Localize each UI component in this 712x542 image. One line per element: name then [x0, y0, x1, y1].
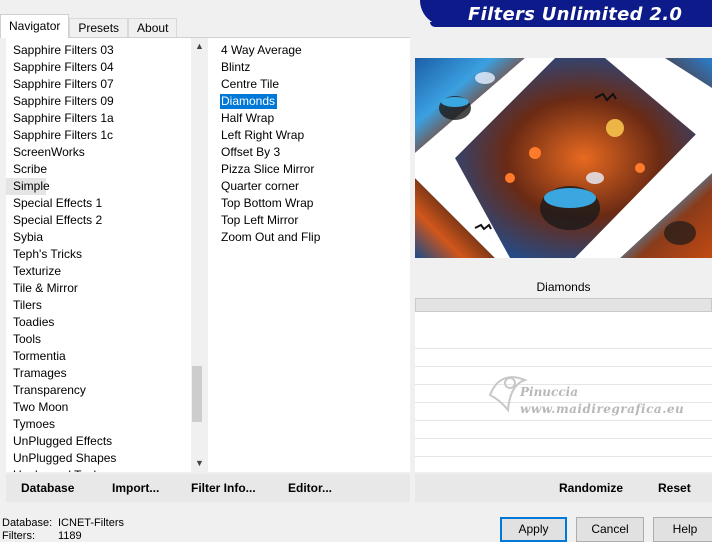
- import-button[interactable]: Import...: [112, 481, 159, 495]
- randomize-button[interactable]: Randomize: [559, 481, 623, 495]
- filter-item-label: Left Right Wrap: [221, 128, 305, 142]
- category-items: Sapphire Filters 03 Sapphire Filters 04 Sa…: [6, 42, 186, 472]
- category-item[interactable]: Sapphire Filters 09: [6, 93, 186, 110]
- category-item[interactable]: Tormentia: [6, 348, 186, 365]
- category-list[interactable]: Sapphire Filters 03 Sapphire Filters 04 Sa…: [6, 38, 202, 472]
- filter-item[interactable]: Pizza Slice Mirror: [208, 161, 322, 178]
- param-divider: [415, 456, 712, 457]
- database-label: Database:: [2, 517, 53, 529]
- filter-item-label: Half Wrap: [221, 111, 275, 125]
- filter-item[interactable]: Centre Tile: [208, 76, 322, 93]
- help-button[interactable]: Help: [653, 517, 712, 542]
- tab-bar: Navigator Presets About: [0, 14, 178, 38]
- category-item[interactable]: Transparency: [6, 382, 186, 399]
- filters-label: Filters:: [2, 530, 35, 542]
- filter-info-button[interactable]: Filter Info...: [191, 481, 256, 495]
- category-item[interactable]: Teph's Tricks: [6, 246, 186, 263]
- category-item[interactable]: Sybia: [6, 229, 186, 246]
- scroll-thumb[interactable]: [192, 366, 202, 422]
- filter-item[interactable]: Half Wrap: [208, 110, 322, 127]
- filter-item-label: Blintz: [221, 60, 251, 74]
- filter-item-label: Top Bottom Wrap: [221, 196, 314, 210]
- editor-button[interactable]: Editor...: [288, 481, 332, 495]
- filters-count: 1189: [58, 530, 82, 542]
- filter-item-label: Quarter corner: [221, 179, 300, 193]
- filter-name-label: Diamonds: [415, 276, 712, 298]
- filter-item[interactable]: Top Left Mirror: [208, 212, 322, 229]
- category-item[interactable]: Scribe: [6, 161, 186, 178]
- filter-item-label: Top Left Mirror: [221, 213, 299, 227]
- filter-item[interactable]: Blintz: [208, 59, 322, 76]
- category-item[interactable]: Sapphire Filters 07: [6, 76, 186, 93]
- filter-item[interactable]: 4 Way Average: [208, 42, 322, 59]
- category-item[interactable]: Tymoes: [6, 416, 186, 433]
- filter-item-label: Pizza Slice Mirror: [221, 162, 315, 176]
- category-item[interactable]: Tilers: [6, 297, 186, 314]
- filter-item[interactable]: Zoom Out and Flip: [208, 229, 322, 246]
- category-item[interactable]: Sapphire Filters 04: [6, 59, 186, 76]
- apply-button[interactable]: Apply: [500, 517, 567, 542]
- cancel-button[interactable]: Cancel: [576, 517, 644, 542]
- database-button[interactable]: Database: [21, 481, 74, 495]
- category-item[interactable]: Sapphire Filters 1a: [6, 110, 186, 127]
- category-item[interactable]: Special Effects 2: [6, 212, 186, 229]
- database-value: ICNET-Filters: [58, 517, 124, 529]
- filter-item[interactable]: Diamonds: [208, 93, 322, 110]
- category-item[interactable]: Tools: [6, 331, 186, 348]
- category-scrollbar[interactable]: ▲ ▼: [191, 38, 202, 472]
- category-item[interactable]: Toadies: [6, 314, 186, 331]
- filter-item[interactable]: Offset By 3: [208, 144, 322, 161]
- category-item[interactable]: ScreenWorks: [6, 144, 186, 161]
- preview-image: [415, 58, 712, 258]
- category-item[interactable]: Two Moon: [6, 399, 186, 416]
- scroll-down-icon[interactable]: ▼: [191, 455, 202, 472]
- category-item[interactable]: Tramages: [6, 365, 186, 382]
- category-item[interactable]: Sapphire Filters 03: [6, 42, 186, 59]
- category-item[interactable]: Special Effects 1: [6, 195, 186, 212]
- tab-presets[interactable]: Presets: [69, 18, 129, 38]
- category-item[interactable]: UnPlugged Shapes: [6, 450, 186, 467]
- filter-item[interactable]: Left Right Wrap: [208, 127, 322, 144]
- scroll-up-icon[interactable]: ▲: [191, 38, 202, 55]
- filter-item-label: Zoom Out and Flip: [221, 230, 321, 244]
- filter-items: 4 Way Average Blintz Centre Tile Diamonds Ha…: [208, 42, 322, 246]
- category-item[interactable]: Texturize: [6, 263, 186, 280]
- category-item[interactable]: Sapphire Filters 1c: [6, 127, 186, 144]
- category-item[interactable]: UnPlugged Effects: [6, 433, 186, 450]
- category-item[interactable]: Simple: [6, 178, 50, 195]
- filter-item-label: Centre Tile: [221, 77, 280, 91]
- watermark: Pinuccia www.maidiregrafica.eu: [480, 365, 710, 425]
- param-divider: [415, 348, 712, 349]
- category-item[interactable]: Tile & Mirror: [6, 280, 186, 297]
- category-item[interactable]: Unplugged Tools: [6, 467, 186, 472]
- watermark-site: www.maidiregrafica.eu: [520, 402, 685, 416]
- filter-item[interactable]: Top Bottom Wrap: [208, 195, 322, 212]
- filter-item-label: 4 Way Average: [221, 43, 302, 57]
- status-info: Database: ICNET-Filters Filters: 1189: [2, 517, 124, 542]
- banner-title: Filters Unlimited 2.0: [468, 4, 683, 25]
- reset-button[interactable]: Reset: [658, 481, 691, 495]
- tab-about[interactable]: About: [128, 18, 178, 38]
- filter-list[interactable]: 4 Way Average Blintz Centre Tile Diamonds Ha…: [208, 38, 410, 472]
- filter-item-label: Offset By 3: [221, 145, 281, 159]
- param-divider: [415, 438, 712, 439]
- filter-item[interactable]: Quarter corner: [208, 178, 322, 195]
- tab-navigator[interactable]: Navigator: [0, 14, 70, 38]
- toolbar-left: Database Import... Filter Info... Editor…: [6, 474, 410, 502]
- parameter-slider[interactable]: [415, 298, 712, 312]
- filter-item-label: Diamonds: [220, 94, 278, 109]
- toolbar-right: Randomize Reset: [415, 474, 712, 502]
- watermark-name: Pinuccia: [520, 385, 578, 399]
